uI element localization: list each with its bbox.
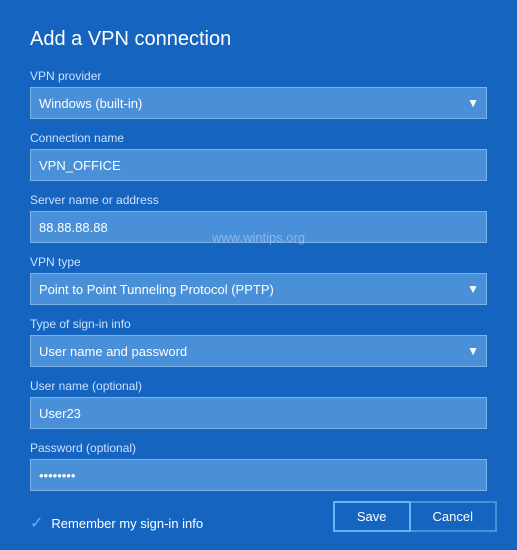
vpn-dialog: Add a VPN connection VPN provider Window… — [0, 0, 517, 550]
sign-in-type-group: Type of sign-in info User name and passw… — [30, 317, 487, 367]
vpn-type-wrapper: Point to Point Tunneling Protocol (PPTP)… — [30, 273, 487, 305]
server-address-group: Server name or address — [30, 193, 487, 243]
vpn-type-select[interactable]: Point to Point Tunneling Protocol (PPTP) — [30, 273, 487, 305]
sign-in-type-select[interactable]: User name and password — [30, 335, 487, 367]
password-label: Password (optional) — [30, 441, 487, 455]
vpn-provider-select[interactable]: Windows (built-in) — [30, 87, 487, 119]
vpn-provider-group: VPN provider Windows (built-in) ▼ — [30, 69, 487, 119]
vpn-provider-wrapper: Windows (built-in) ▼ — [30, 87, 487, 119]
sign-in-type-wrapper: User name and password ▼ — [30, 335, 487, 367]
vpn-type-label: VPN type — [30, 255, 487, 269]
password-group: Password (optional) — [30, 441, 487, 491]
server-address-input[interactable] — [30, 211, 487, 243]
connection-name-input[interactable] — [30, 149, 487, 181]
vpn-provider-label: VPN provider — [30, 69, 487, 83]
vpn-type-group: VPN type Point to Point Tunneling Protoc… — [30, 255, 487, 305]
cancel-button[interactable]: Cancel — [411, 501, 497, 532]
password-input[interactable] — [30, 459, 487, 491]
sign-in-type-label: Type of sign-in info — [30, 317, 487, 331]
checkmark-icon: ✓ — [30, 513, 43, 533]
connection-name-label: Connection name — [30, 131, 487, 145]
server-address-label: Server name or address — [30, 193, 487, 207]
remember-label: Remember my sign-in info — [51, 516, 203, 531]
connection-name-group: Connection name — [30, 131, 487, 181]
save-button[interactable]: Save — [333, 501, 411, 532]
username-label: User name (optional) — [30, 379, 487, 393]
username-group: User name (optional) — [30, 379, 487, 429]
dialog-title: Add a VPN connection — [30, 28, 487, 51]
username-input[interactable] — [30, 397, 487, 429]
button-row: Save Cancel — [333, 501, 497, 532]
